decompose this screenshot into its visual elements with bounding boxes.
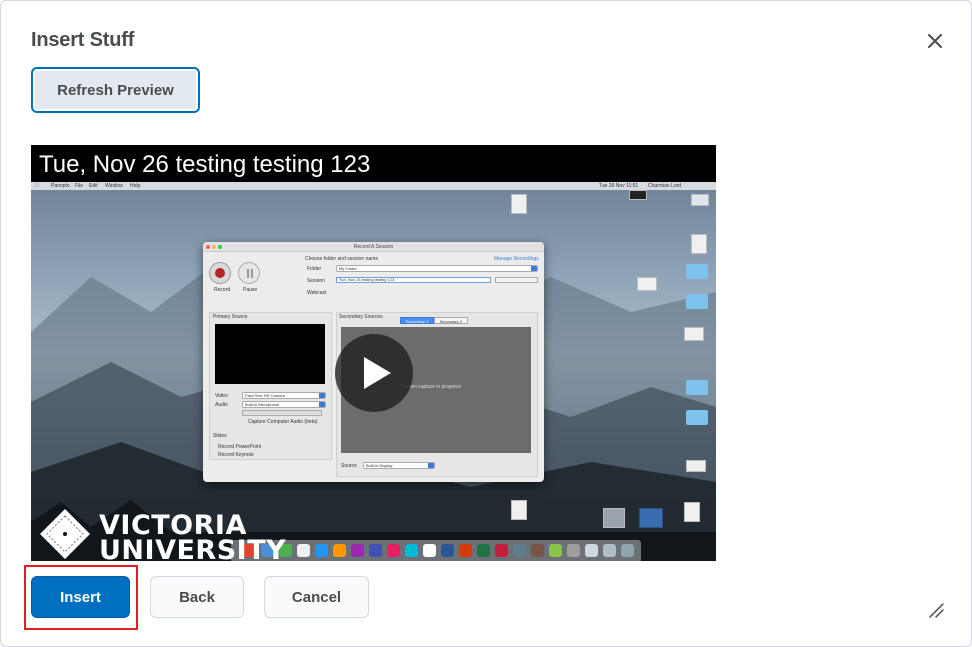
video-label: Video <box>215 393 228 399</box>
back-button[interactable]: Back <box>150 576 244 618</box>
primary-source-label: Primary Source <box>213 314 248 320</box>
play-button[interactable] <box>335 334 413 412</box>
dock-app-icon <box>351 544 364 557</box>
desktop-file-icon <box>511 194 527 214</box>
resize-handle-icon <box>929 603 944 618</box>
desktop-file-icon <box>691 194 709 206</box>
mac-menubar:  Panopto File Edit Window Help Tue 26 N… <box>31 182 716 190</box>
secondary-sources-label: Secondary Sources <box>339 314 383 320</box>
folder-label: Folder <box>307 266 322 272</box>
window-minimize-dot <box>212 245 216 249</box>
desktop-pdf-icon <box>511 500 527 520</box>
source-label: Source <box>341 463 357 469</box>
desktop-its-icon <box>639 508 663 528</box>
dock-app-icon <box>621 544 634 557</box>
dock-app-icon <box>495 544 508 557</box>
slides-label: Slides <box>213 433 227 439</box>
victoria-university-logo-icon <box>40 509 90 559</box>
video-device-select: FaceTime HD Camera <box>242 392 326 399</box>
audio-device-select: Built-in Microphone <box>242 401 326 408</box>
session-name-field: Tue, Nov 26 testing testing 123 <box>336 277 491 283</box>
desktop-folder-icon <box>686 294 708 309</box>
close-icon <box>928 34 942 48</box>
insert-stuff-dialog: Insert Stuff Refresh Preview Tue, Nov 26… <box>0 0 972 647</box>
dock-app-icon <box>459 544 472 557</box>
cancel-button[interactable]: Cancel <box>264 576 369 618</box>
audio-level-meter <box>242 410 322 416</box>
video-title: Tue, Nov 26 testing testing 123 <box>31 145 716 183</box>
dock-app-icon <box>333 544 346 557</box>
choose-folder-label: Choose folder and session name <box>305 256 379 262</box>
tab-secondary-2: Secondary 2 <box>434 317 468 324</box>
dock-app-icon <box>603 544 616 557</box>
desktop-file-icon <box>684 327 704 341</box>
dock-app-icon <box>297 544 310 557</box>
video-preview[interactable]: Tue, Nov 26 testing testing 123  Panopt… <box>31 145 716 561</box>
session-label: Session <box>307 278 325 284</box>
dock-app-icon <box>423 544 436 557</box>
mac-dock <box>231 540 641 561</box>
desktop-file-icon <box>684 502 700 522</box>
desktop-folder-icon <box>686 410 708 425</box>
dock-app-icon <box>315 544 328 557</box>
desktop-file-icon <box>691 234 707 254</box>
recorder-titlebar: Record A Session <box>203 242 544 252</box>
dock-app-icon <box>567 544 580 557</box>
tab-secondary-1: Secondary 1 <box>400 317 434 324</box>
desktop-folder-icon <box>686 380 708 395</box>
window-close-dot <box>206 245 210 249</box>
webcast-checkbox: Webcast <box>307 290 327 296</box>
audio-label: Audio <box>215 402 228 408</box>
recorder-window-title: Record A Session <box>353 244 394 250</box>
dock-app-icon <box>387 544 400 557</box>
manage-recordings-link: Manage Recordings <box>494 256 539 262</box>
dock-app-icon <box>513 544 526 557</box>
record-label: Record <box>214 287 231 293</box>
dock-app-icon <box>549 544 562 557</box>
dock-app-icon <box>585 544 598 557</box>
dialog-title: Insert Stuff <box>31 29 135 51</box>
dock-app-icon <box>531 544 544 557</box>
desktop-file-icon <box>686 460 706 472</box>
desktop-drive-icon <box>603 508 625 528</box>
victoria-university-watermark: VICTORIA UNIVERSITY <box>99 510 287 561</box>
refresh-preview-button[interactable]: Refresh Preview <box>31 67 200 113</box>
dock-app-icon <box>405 544 418 557</box>
record-keynote-checkbox: Record Keynote <box>218 452 254 458</box>
pause-button <box>238 262 260 284</box>
play-icon <box>364 357 391 389</box>
close-button[interactable] <box>921 27 949 55</box>
record-powerpoint-checkbox: Record PowerPoint <box>218 444 262 450</box>
dock-app-icon <box>441 544 454 557</box>
desktop-folder-icon <box>686 264 708 279</box>
insert-button[interactable]: Insert <box>31 576 130 618</box>
desktop-file-icon <box>637 277 657 291</box>
pause-label: Pause <box>243 287 258 293</box>
folder-select: My Folder <box>336 265 538 272</box>
source-select: Built-in Display <box>363 462 435 469</box>
session-extra-field <box>495 277 538 283</box>
window-zoom-dot <box>218 245 222 249</box>
camera-preview <box>215 324 325 384</box>
dock-app-icon <box>369 544 382 557</box>
resize-handle[interactable] <box>927 601 945 619</box>
primary-source-panel: Primary Source Video FaceTime HD Camera … <box>209 312 332 460</box>
dock-app-icon <box>477 544 490 557</box>
capture-computer-audio-checkbox: Capture Computer Audio (beta) <box>248 419 318 425</box>
desktop-file-icon <box>629 190 647 200</box>
record-button <box>209 262 231 284</box>
